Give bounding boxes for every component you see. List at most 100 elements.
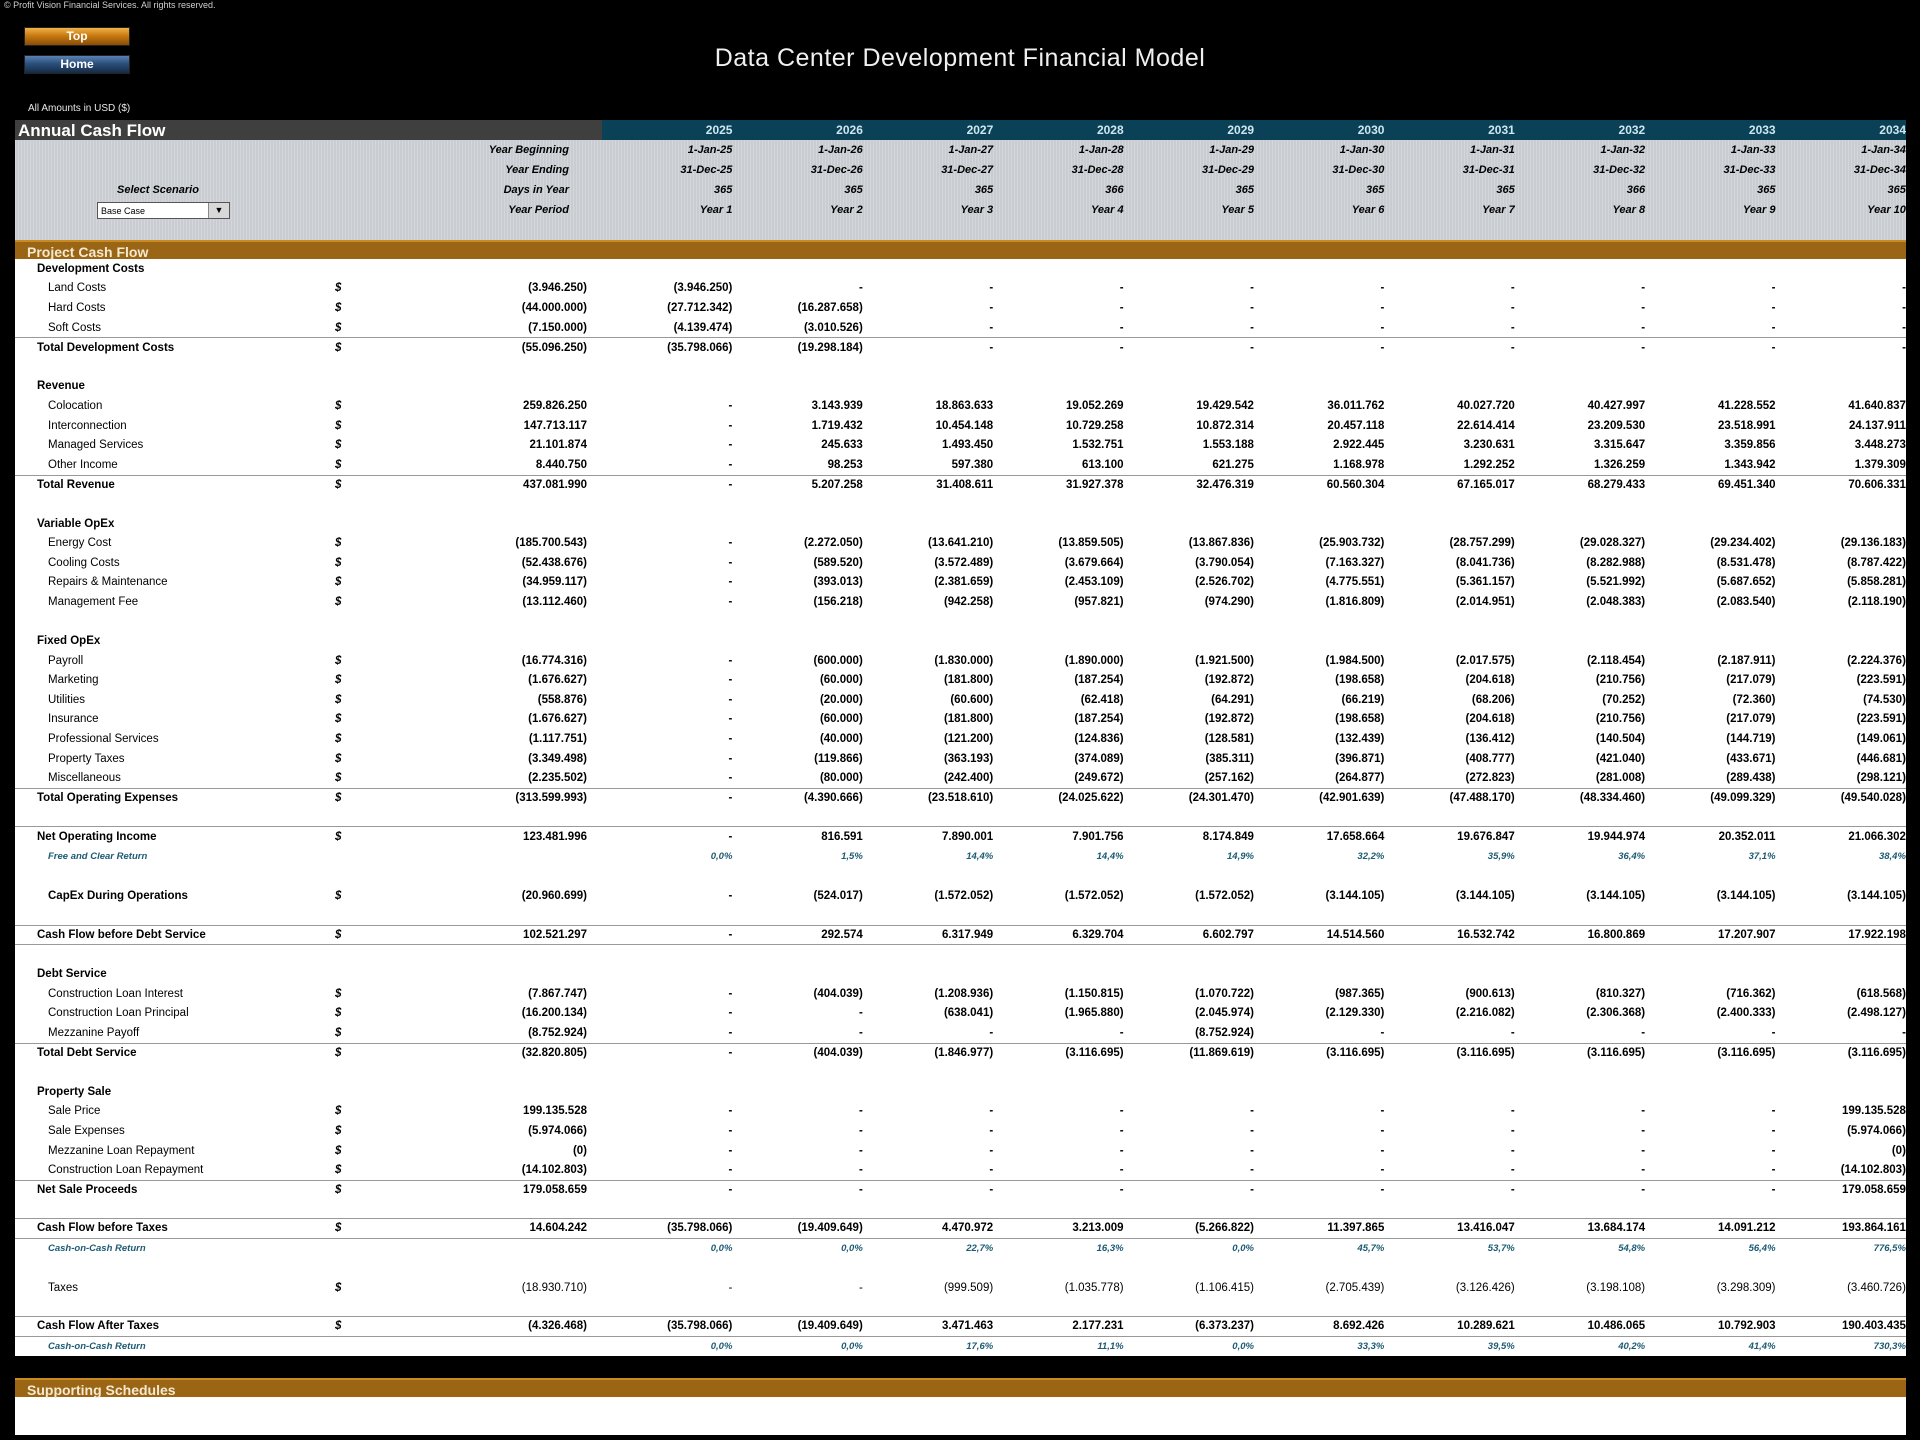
year-value: (48.334.460) [1579, 792, 1646, 805]
year-value: - [728, 987, 733, 1000]
total-value: (5.974.066) [528, 1124, 587, 1137]
year-value: - [1380, 1026, 1385, 1039]
year-value: 190.403.435 [1841, 1320, 1906, 1333]
year-value: (957.821) [1074, 595, 1124, 608]
year-header-row: 2025 2026 2027 2028 2029 2030 2031 2032 2033 2034 [602, 120, 1906, 140]
year-value: 730,3% [1873, 1340, 1906, 1352]
year-value: 14,9% [1227, 851, 1254, 863]
year-value: - [858, 1164, 863, 1177]
year-value: 3.315.647 [1593, 439, 1646, 452]
year-value: (19.298.184) [797, 341, 863, 354]
year-value: 32,2% [1357, 851, 1385, 863]
year-header: 2032 [1618, 123, 1646, 137]
year-ending-value: 31-Dec-32 [1593, 164, 1646, 176]
chevron-down-icon[interactable]: ▼ [208, 203, 229, 218]
year-value: - [1510, 282, 1515, 295]
currency-symbol: $ [335, 674, 342, 687]
year-value: - [1641, 321, 1646, 334]
year-ending-value: 31-Dec-34 [1853, 164, 1906, 176]
year-value: 32.476.319 [1196, 478, 1254, 491]
year-value: (298.121) [1856, 772, 1906, 785]
row-label: Mezzanine Payoff [48, 1026, 140, 1039]
year-value: (14.102.803) [1840, 1164, 1906, 1177]
currency-symbol: $ [335, 341, 342, 354]
year-value: (3.010.526) [803, 321, 863, 334]
year-value: 40,2% [1618, 1340, 1646, 1352]
year-value: 1.292.252 [1463, 458, 1515, 471]
year-value: 17,6% [966, 1340, 994, 1352]
year-value: - [1902, 301, 1906, 314]
year-value: - [1771, 282, 1776, 295]
year-value: - [728, 478, 733, 491]
total-value: 21.101.874 [529, 439, 587, 452]
row-label: Net Sale Proceeds [37, 1184, 138, 1197]
period-column: 1-Jan-25 31-Dec-25 365 Year 1 [602, 140, 732, 240]
year-value: 11.397.865 [1327, 1222, 1385, 1235]
year-header: 2034 [1879, 123, 1906, 137]
year-value: (29.234.402) [1710, 537, 1776, 550]
year-value: (144.719) [1726, 733, 1776, 746]
year-value: (3.116.695) [1326, 1047, 1385, 1060]
year-value: 56,4% [1748, 1242, 1776, 1254]
year-header: 2028 [1096, 123, 1124, 137]
year-value: - [1641, 1124, 1646, 1137]
year-value: 53,7% [1487, 1242, 1515, 1254]
year-period-value: Year 7 [1482, 204, 1515, 216]
row-label: Construction Loan Interest [48, 987, 183, 1000]
year-value: (281.008) [1595, 772, 1646, 785]
year-value: (2.705.439) [1325, 1281, 1385, 1294]
period-column: 1-Jan-32 31-Dec-32 366 Year 8 [1515, 140, 1645, 240]
year-value: 1.168.978 [1333, 458, 1385, 471]
scenario-value: Base Case [101, 206, 146, 216]
year-period-value: Year 1 [699, 204, 733, 216]
year-value: (0) [1891, 1144, 1906, 1157]
scenario-dropdown[interactable]: Base Case ▼ [97, 202, 230, 219]
period-column: 1-Jan-29 31-Dec-29 365 Year 5 [1124, 140, 1254, 240]
year-value: - [1119, 1026, 1124, 1039]
row-total-debt-service: Total Debt Service $ (32.820.805) - (404.039… [15, 1042, 1906, 1063]
section-supporting-schedules[interactable]: Supporting Schedules [15, 1378, 1906, 1398]
total-value: (7.150.000) [528, 321, 587, 334]
days-in-year-value: 365 [1235, 184, 1254, 196]
year-value: 20.352.011 [1718, 831, 1776, 844]
year-value: (257.162) [1204, 772, 1254, 785]
row-label: Development Costs [37, 262, 145, 275]
year-value: 20.457.118 [1327, 419, 1385, 432]
currency-symbol: $ [335, 576, 342, 589]
year-value: (1.921.500) [1195, 654, 1254, 667]
row-label: Cash-on-Cash Return [48, 1242, 146, 1254]
year-value: - [1380, 1184, 1385, 1197]
year-value: (900.613) [1465, 987, 1515, 1000]
year-value: - [1510, 341, 1515, 354]
row-label: Energy Cost [48, 537, 112, 550]
year-value: 10.486.065 [1587, 1320, 1646, 1333]
year-value: (5.974.066) [1847, 1124, 1906, 1137]
spacer-row [15, 906, 1906, 926]
year-value: (4.775.551) [1325, 576, 1385, 589]
year-value: 41.640.837 [1848, 399, 1906, 412]
currency-symbol: $ [335, 831, 342, 844]
total-value: (3.946.250) [528, 282, 587, 295]
row-sale-price: Sale Price $199.135.528 - - - - - - - - - 199.135.5… [15, 1102, 1906, 1122]
year-value: - [728, 752, 733, 765]
year-value: (404.039) [813, 1047, 863, 1060]
row-sale-expenses: Sale Expenses $ (5.974.066) - - - - - - - - - (5.974… [15, 1121, 1906, 1141]
year-value: - [1380, 341, 1385, 354]
year-value: 19.429.542 [1196, 399, 1254, 412]
total-value: (34.959.117) [522, 576, 587, 589]
row-payroll: Payroll $ (16.774.316) - (600.000) (1.830.000… [15, 651, 1906, 671]
section-header-variable-opex: Variable OpEx [15, 514, 1906, 534]
year-value: 23.209.530 [1587, 419, 1646, 432]
row-label: Cash-on-Cash Return [48, 1340, 146, 1352]
year-value: (396.871) [1335, 752, 1385, 765]
year-value: 6.329.704 [1072, 928, 1124, 941]
year-value: 17.658.664 [1326, 831, 1385, 844]
row-marketing: Marketing $ (1.676.627) - (60.000) (181.800) (… [15, 670, 1906, 690]
year-value: - [1771, 1144, 1776, 1157]
year-beginning-value: 1-Jan-31 [1470, 144, 1515, 156]
year-value: - [1641, 1105, 1646, 1118]
year-value: (1.984.500) [1325, 654, 1385, 667]
year-value: - [1119, 341, 1124, 354]
row-other-income: Other Income $8.440.750 - 98.253 597.380 613.… [15, 455, 1906, 475]
year-value: (2.453.109) [1064, 576, 1124, 589]
